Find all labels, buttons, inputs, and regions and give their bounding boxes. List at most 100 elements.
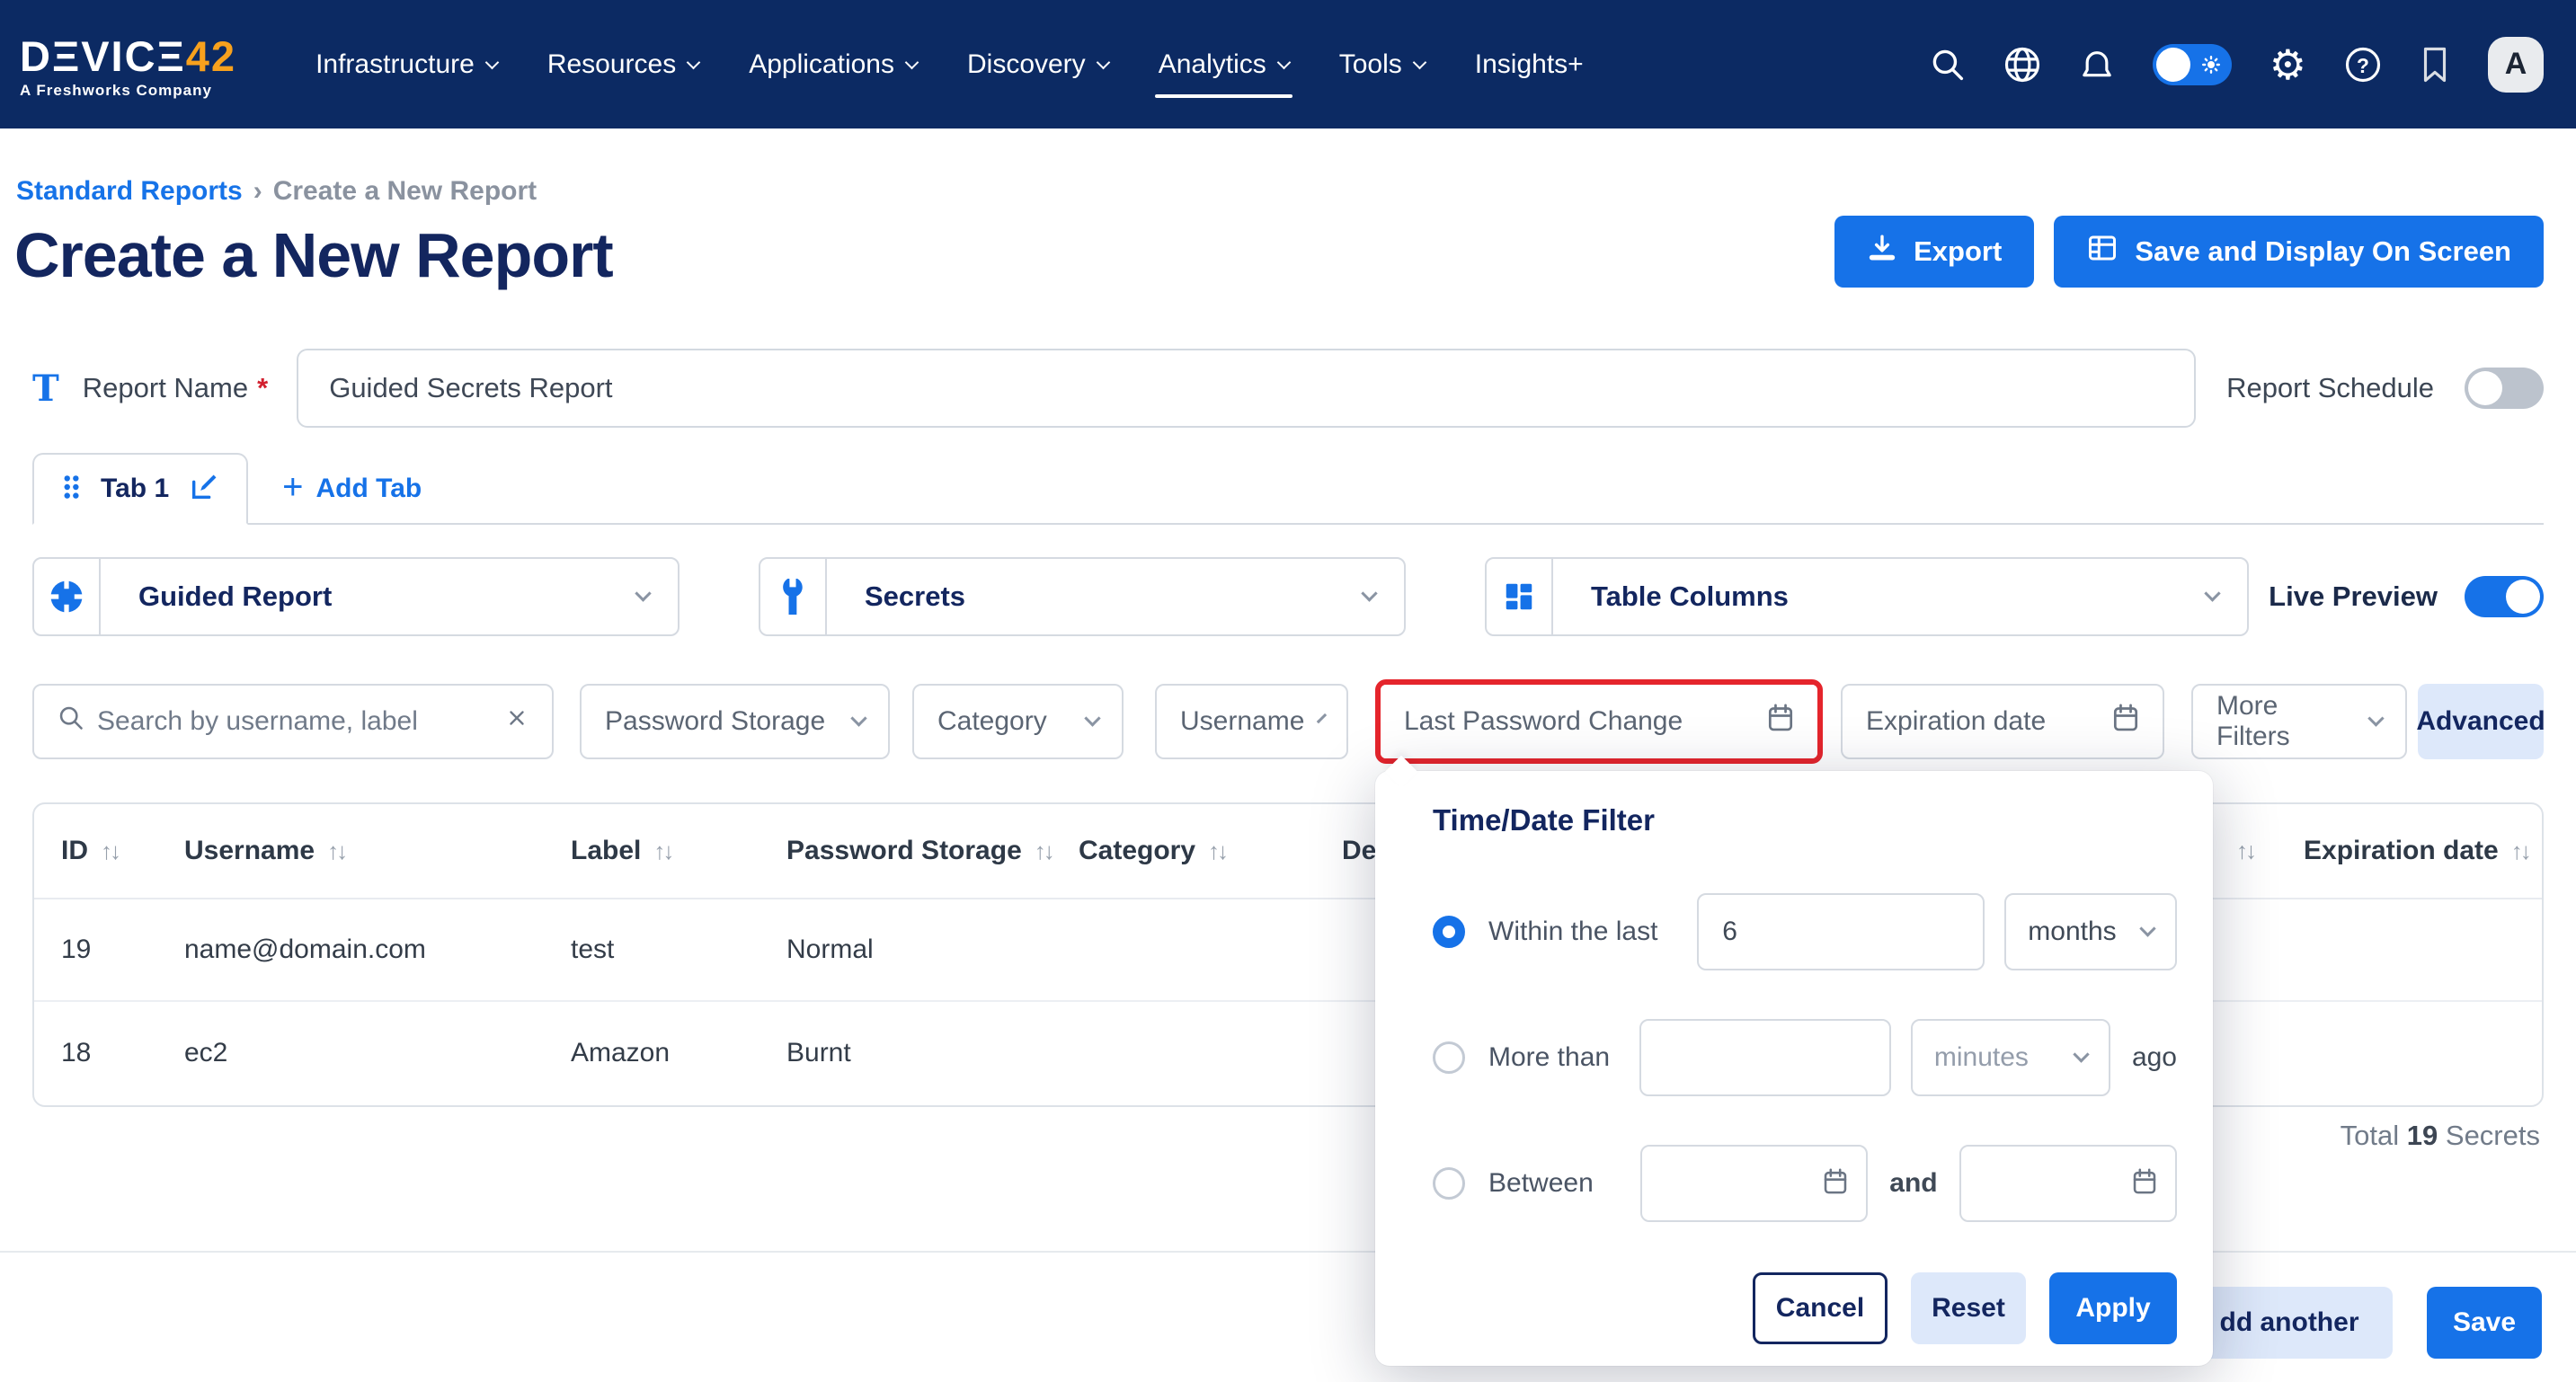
more-than-radio[interactable]: [1433, 1041, 1465, 1074]
cancel-button[interactable]: Cancel: [1753, 1272, 1888, 1344]
chevron-down-icon: [1084, 710, 1100, 726]
logo-text: DΞVICΞ: [20, 32, 186, 80]
notifications-bell-icon[interactable]: [2079, 47, 2115, 83]
more-filters-dropdown[interactable]: More Filters: [2191, 684, 2407, 759]
reset-button[interactable]: Reset: [1911, 1272, 2026, 1344]
add-tab-button[interactable]: + Add Tab: [282, 473, 422, 505]
between-radio[interactable]: [1433, 1167, 1465, 1200]
text-format-icon: T: [32, 368, 59, 410]
user-avatar[interactable]: A: [2488, 37, 2544, 93]
username-filter[interactable]: Username: [1155, 684, 1348, 759]
search-input[interactable]: [97, 706, 493, 737]
top-navbar: DΞVICΞ42 A Freshworks Company Infrastruc…: [0, 0, 2576, 128]
tab-bar: Tab 1 + Add Tab: [32, 449, 2544, 525]
ago-label: ago: [2132, 1042, 2177, 1073]
save-button[interactable]: Save: [2427, 1287, 2542, 1359]
sort-icon[interactable]: ↑↓: [653, 837, 671, 865]
plus-icon: +: [282, 469, 303, 505]
add-another-button[interactable]: dd another: [2186, 1287, 2393, 1359]
table-header-label[interactable]: Label↑↓: [571, 836, 671, 866]
target-icon: [34, 559, 101, 634]
live-preview-toggle[interactable]: [2465, 576, 2544, 617]
table-header-password-storage[interactable]: Password Storage↑↓: [786, 836, 1053, 866]
globe-icon[interactable]: [2003, 46, 2041, 84]
search-icon[interactable]: [1930, 47, 1966, 83]
menu-resources[interactable]: Resources: [547, 0, 698, 128]
theme-toggle[interactable]: [2153, 44, 2232, 85]
drag-handle-icon[interactable]: [61, 473, 81, 506]
download-icon: [1867, 233, 1897, 270]
settings-gear-icon[interactable]: ⚙: [2270, 44, 2306, 85]
search-field[interactable]: [32, 684, 554, 759]
table-columns-select[interactable]: Table Columns: [1485, 557, 2249, 636]
cell-password-storage: Burnt: [786, 1038, 851, 1068]
within-last-row: Within the last months: [1433, 893, 2177, 970]
cell-label: test: [571, 935, 614, 965]
between-start-date-field[interactable]: [1640, 1145, 1868, 1222]
menu-discovery[interactable]: Discovery: [967, 0, 1108, 128]
bookmark-icon[interactable]: [2420, 46, 2450, 84]
sort-icon[interactable]: ↑↓: [1035, 837, 1053, 865]
live-preview-control: Live Preview: [2269, 576, 2544, 617]
search-icon: [58, 704, 84, 739]
within-last-value-input[interactable]: [1697, 893, 1985, 970]
cell-password-storage: Normal: [786, 935, 874, 965]
menu-tools[interactable]: Tools: [1339, 0, 1425, 128]
more-than-unit-select[interactable]: minutes: [1911, 1019, 2110, 1096]
clear-search-icon[interactable]: [505, 706, 529, 737]
report-schedule-toggle[interactable]: [2465, 368, 2544, 409]
object-select[interactable]: Secrets: [759, 557, 1406, 636]
sort-icon[interactable]: ↑↓: [101, 837, 119, 865]
last-password-change-highlight: Last Password Change: [1375, 679, 1823, 764]
popup-buttons: Cancel Reset Apply: [1433, 1272, 2177, 1344]
menu-applications[interactable]: Applications: [749, 0, 917, 128]
password-storage-filter[interactable]: Password Storage: [580, 684, 890, 759]
table-header-category[interactable]: Category↑↓: [1079, 836, 1226, 866]
breadcrumb-standard-reports[interactable]: Standard Reports: [16, 176, 243, 207]
sort-icon[interactable]: ↑↓: [2236, 837, 2254, 865]
advanced-button[interactable]: Advanced: [2418, 684, 2544, 759]
cell-id: 18: [61, 1038, 91, 1068]
table-header-username[interactable]: Username↑↓: [184, 836, 345, 866]
table-icon: [2086, 232, 2119, 271]
chevron-down-icon: [1361, 585, 1377, 601]
selector-row: Guided Report Secrets Table Columns Live…: [32, 557, 2544, 636]
navbar-icons: ⚙ ? A: [1930, 37, 2544, 93]
save-display-button[interactable]: Save and Display On Screen: [2054, 216, 2544, 288]
menu-infrastructure[interactable]: Infrastructure: [315, 0, 497, 128]
main-menu: Infrastructure Resources Applications Di…: [315, 0, 1584, 128]
toggle-knob: [2506, 580, 2540, 614]
report-type-select[interactable]: Guided Report: [32, 557, 680, 636]
report-name-input[interactable]: [297, 349, 2196, 428]
between-end-date-field[interactable]: [1959, 1145, 2177, 1222]
within-last-unit-select[interactable]: months: [2004, 893, 2177, 970]
table-header-id[interactable]: ID↑↓: [61, 836, 119, 866]
report-name-row: T Report Name * Report Schedule: [32, 349, 2544, 428]
sort-icon[interactable]: ↑↓: [327, 837, 345, 865]
last-password-change-filter[interactable]: Last Password Change: [1381, 685, 1817, 758]
sort-icon[interactable]: ↑↓: [2511, 837, 2529, 865]
menu-analytics[interactable]: Analytics: [1159, 0, 1289, 128]
table-header-expiration-date[interactable]: Expiration date↑↓: [2304, 836, 2529, 866]
header-actions: Export Save and Display On Screen: [1834, 216, 2544, 288]
device42-logo[interactable]: DΞVICΞ42 A Freshworks Company: [20, 35, 236, 100]
live-preview-label: Live Preview: [2269, 580, 2438, 613]
help-icon[interactable]: ?: [2344, 46, 2382, 84]
category-filter[interactable]: Category: [912, 684, 1124, 759]
more-than-value-input[interactable]: [1639, 1019, 1891, 1096]
chevron-down-icon: [850, 710, 866, 726]
within-last-radio[interactable]: [1433, 916, 1465, 948]
expiration-date-filter[interactable]: Expiration date: [1841, 684, 2164, 759]
apply-button[interactable]: Apply: [2049, 1272, 2177, 1344]
edit-pencil-icon[interactable]: [189, 472, 219, 507]
export-button[interactable]: Export: [1834, 216, 2034, 288]
table-header-hidden-sort[interactable]: ↑↓: [2236, 837, 2254, 865]
tab-1[interactable]: Tab 1: [32, 453, 248, 525]
menu-insights[interactable]: Insights+: [1475, 0, 1584, 128]
toggle-knob: [2156, 48, 2190, 82]
more-than-label: More than: [1488, 1042, 1621, 1073]
chevron-down-icon: [2139, 920, 2155, 936]
calendar-icon: [2132, 1168, 2157, 1200]
sort-icon[interactable]: ↑↓: [1208, 837, 1226, 865]
breadcrumb: Standard Reports › Create a New Report: [16, 176, 537, 207]
